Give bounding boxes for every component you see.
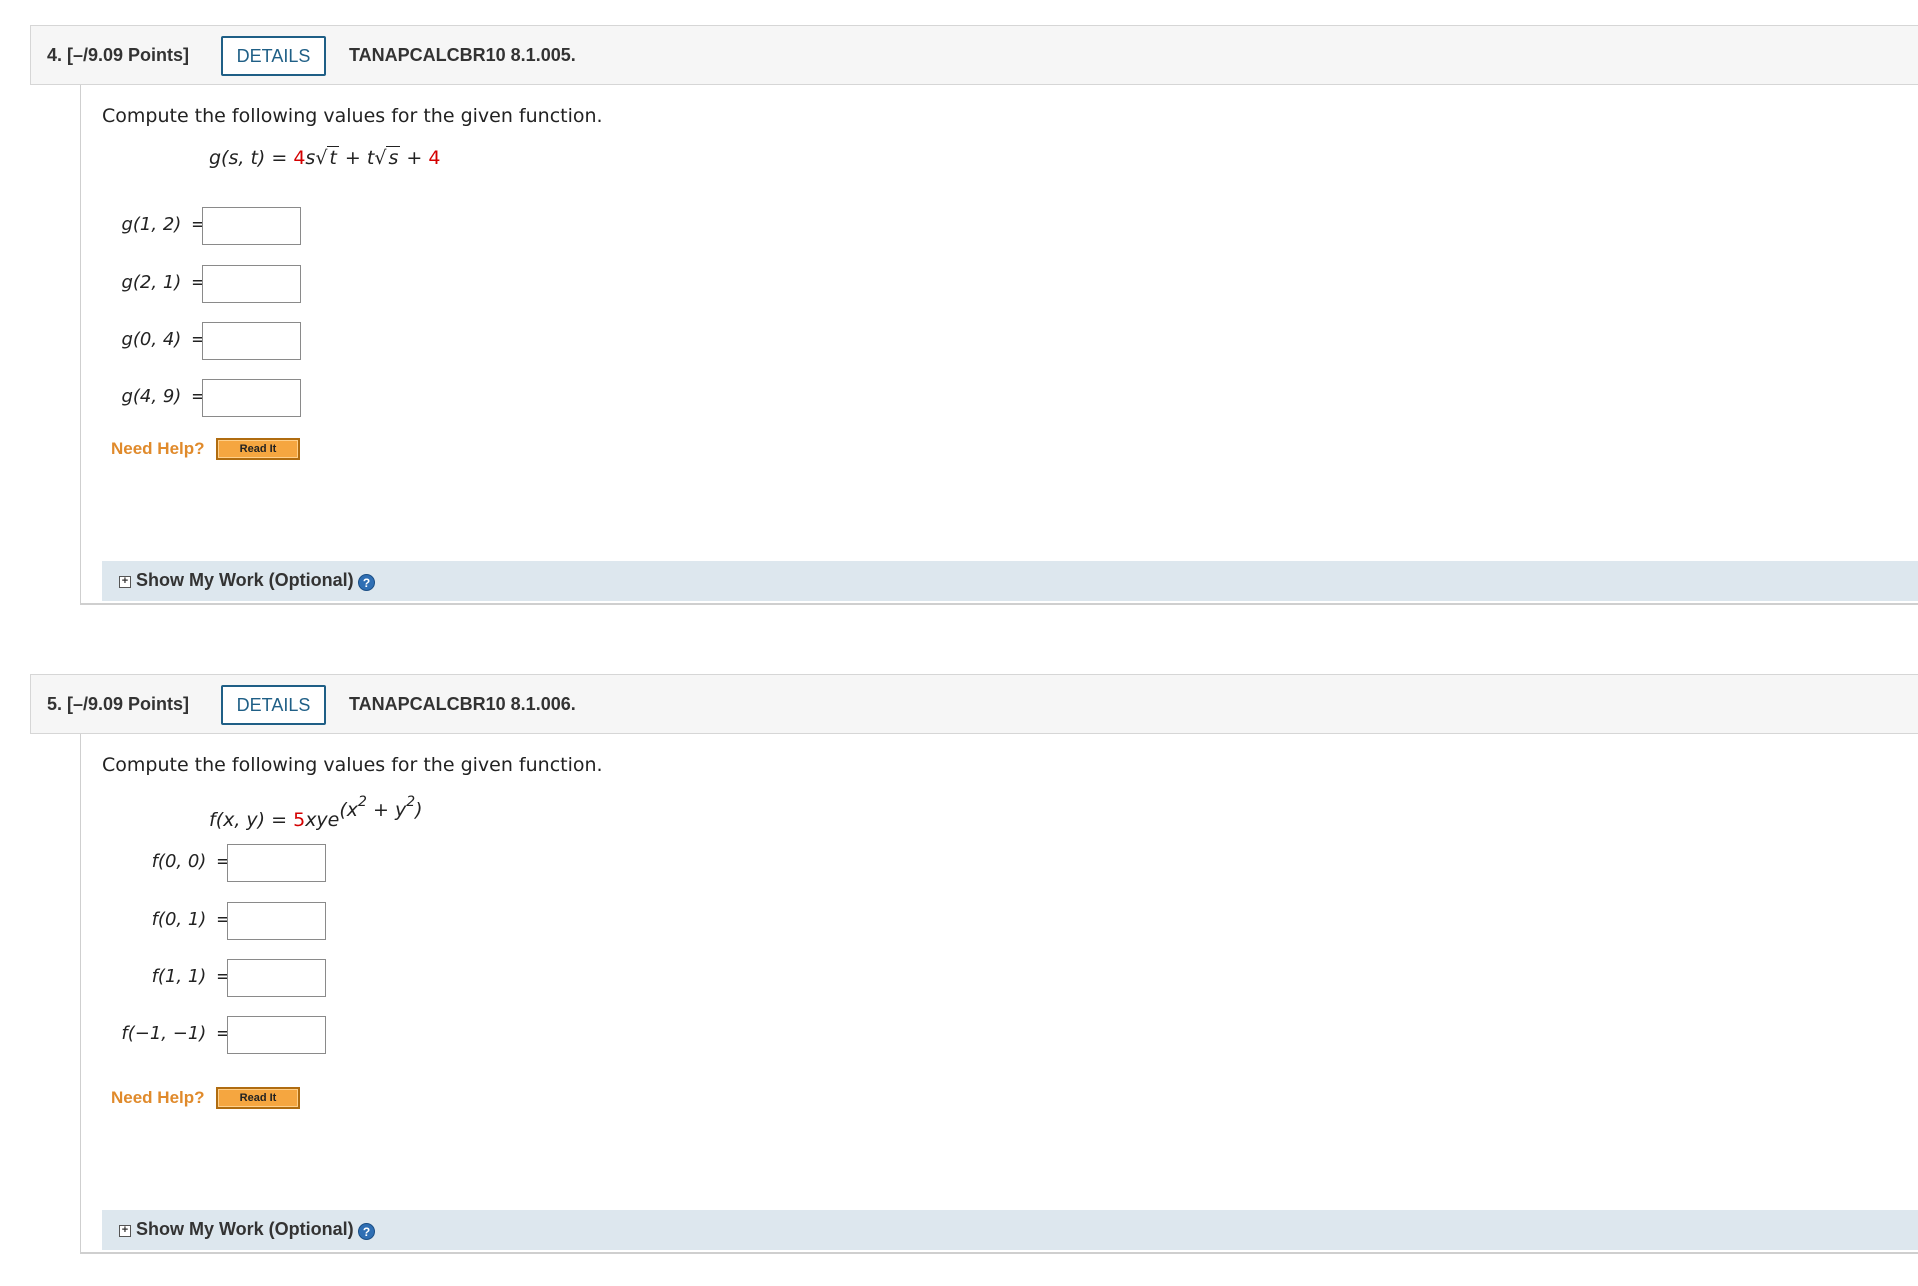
formula-exponent: (x2 + y2) — [339, 794, 423, 821]
answer-row: g(4, 9) = — [102, 379, 203, 417]
formula-lhs: f(x, y) = — [209, 809, 294, 831]
formula-var: s — [305, 147, 316, 169]
answer-label: f(1, 1) = — [151, 966, 228, 987]
question-body: Compute the following values for the giv… — [80, 734, 1918, 1254]
question-prompt: Compute the following values for the giv… — [102, 105, 603, 127]
read-it-button[interactable]: Read It — [216, 1087, 300, 1109]
answer-row: g(1, 2) = — [102, 207, 203, 245]
answer-row: f(0, 0) = — [102, 844, 228, 882]
show-my-work-bar[interactable]: + Show My Work (Optional) ? — [102, 561, 1918, 601]
question-prompt: Compute the following values for the giv… — [102, 754, 603, 776]
formula-lhs: g(s, t) = — [209, 147, 294, 169]
sqrt-symbol: √ t — [315, 146, 339, 169]
answer-row: f(0, 1) = — [102, 902, 228, 940]
show-my-work-bar[interactable]: + Show My Work (Optional) ? — [102, 1210, 1918, 1250]
question-header: 5. [–/9.09 Points] DETAILS TANAPCALCBR10… — [30, 674, 1918, 734]
expand-icon[interactable]: + — [119, 1225, 131, 1237]
sqrt-symbol: √ s — [374, 146, 401, 169]
formula-coefficient: 4 — [293, 147, 306, 169]
answer-row: f(−1, −1) = — [102, 1016, 228, 1054]
answer-row: f(1, 1) = — [102, 959, 228, 997]
need-help-label: Need Help? — [111, 439, 205, 458]
question-points: 5. [–/9.09 Points] — [47, 694, 190, 714]
answer-label: f(−1, −1) = — [121, 1023, 228, 1044]
answer-label: g(0, 4) = — [121, 329, 203, 350]
question-code: TANAPCALCBR10 8.1.005. — [349, 45, 576, 65]
answer-label: g(1, 2) = — [121, 214, 203, 235]
question-body: Compute the following values for the giv… — [80, 85, 1918, 605]
read-it-button[interactable]: Read It — [216, 438, 300, 460]
formula-term: + t — [338, 147, 375, 169]
answer-input[interactable] — [227, 1016, 326, 1054]
radicand: s — [386, 146, 401, 169]
question-points: 4. [–/9.09 Points] — [47, 45, 190, 65]
answer-input[interactable] — [227, 844, 326, 882]
function-definition: f(x, y) = 5xye(x2 + y2) — [209, 794, 423, 831]
question-4: 4. [–/9.09 Points] DETAILS TANAPCALCBR10… — [0, 25, 1918, 605]
answer-row: g(2, 1) = — [102, 265, 203, 303]
radicand: t — [327, 146, 339, 169]
answer-row: g(0, 4) = — [102, 322, 203, 360]
need-help-label: Need Help? — [111, 1088, 205, 1107]
expand-icon[interactable]: + — [119, 576, 131, 588]
answer-label: g(2, 1) = — [121, 272, 203, 293]
help-icon[interactable]: ? — [358, 574, 375, 591]
answer-input[interactable] — [227, 902, 326, 940]
show-my-work-label[interactable]: Show My Work (Optional) — [136, 1219, 354, 1240]
formula-plus: + — [400, 147, 429, 169]
answer-input[interactable] — [202, 379, 301, 417]
question-header: 4. [–/9.09 Points] DETAILS TANAPCALCBR10… — [30, 25, 1918, 85]
formula-coefficient: 5 — [293, 809, 306, 831]
answer-input[interactable] — [202, 265, 301, 303]
formula-constant: 4 — [428, 147, 441, 169]
answer-label: f(0, 1) = — [151, 909, 228, 930]
details-button[interactable]: DETAILS — [221, 685, 326, 725]
question-5: 5. [–/9.09 Points] DETAILS TANAPCALCBR10… — [0, 674, 1918, 1254]
question-code: TANAPCALCBR10 8.1.006. — [349, 694, 576, 714]
help-icon[interactable]: ? — [358, 1223, 375, 1240]
answer-label: f(0, 0) = — [151, 851, 228, 872]
show-my-work-label[interactable]: Show My Work (Optional) — [136, 570, 354, 591]
formula-var: xye — [305, 809, 340, 831]
function-definition: g(s, t) = 4s√ t + t√ s + 4 — [209, 146, 441, 169]
answer-input[interactable] — [202, 207, 301, 245]
details-button[interactable]: DETAILS — [221, 36, 326, 76]
answer-input[interactable] — [227, 959, 326, 997]
answer-input[interactable] — [202, 322, 301, 360]
answer-label: g(4, 9) = — [121, 386, 203, 407]
